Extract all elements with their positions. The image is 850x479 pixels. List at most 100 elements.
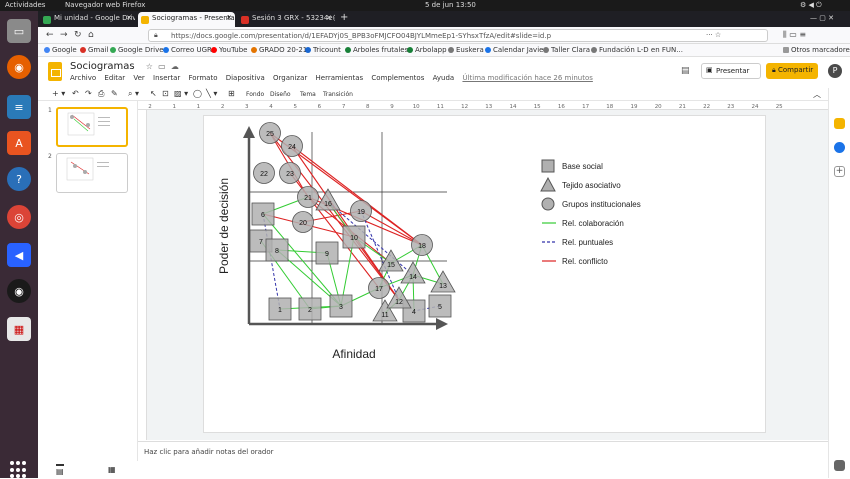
paint-format-icon[interactable]: ✎: [111, 89, 118, 98]
url-bar[interactable]: 🔒︎ https://docs.google.com/presentation/…: [148, 29, 768, 42]
add-addon-icon[interactable]: +: [834, 166, 845, 177]
view-toggles: ▤ ▦: [38, 461, 138, 478]
comment-icon[interactable]: ⊞: [228, 89, 235, 98]
bookmark-euskera[interactable]: Euskera: [448, 46, 484, 54]
camera-icon[interactable]: ◉: [7, 279, 31, 303]
bookmark-arboles[interactable]: Arboles frutales: [345, 46, 408, 54]
menu-complementos[interactable]: Complementos: [371, 74, 424, 82]
bookmark-taller[interactable]: Taller Clara: [543, 46, 590, 54]
menu-archivo[interactable]: Archivo: [70, 74, 96, 82]
bookmark-label: Otros marcadores: [791, 46, 850, 54]
explore-icon[interactable]: [834, 460, 845, 471]
system-tray-icon[interactable]: ⚙ ◀ ⏻: [800, 1, 822, 10]
bookmark-label: Arbolapp: [415, 46, 447, 54]
close-icon[interactable]: ✕: [326, 14, 332, 22]
browser-menu[interactable]: Navegador web Firefox: [65, 1, 145, 9]
bookmark-arbolapp[interactable]: Arbolapp: [407, 46, 447, 54]
image-icon[interactable]: ▨ ▾: [174, 89, 188, 98]
library-icon[interactable]: ⫼ ▭ ≡: [783, 30, 806, 40]
textbox-icon[interactable]: ⊡: [162, 89, 169, 98]
bookmark-drive[interactable]: Google Drive: [110, 46, 164, 54]
close-icon[interactable]: ✕: [126, 14, 132, 22]
reload-icon[interactable]: ↻: [74, 30, 82, 40]
redo-icon[interactable]: ↷: [85, 89, 92, 98]
back-icon[interactable]: ←: [46, 30, 54, 40]
slide[interactable]: Poder de decisión Afinidad 1 2 3 4 5 6 7 8 9 10 11…: [203, 115, 766, 433]
show-apps-icon[interactable]: [10, 461, 28, 479]
cloud-status-icon[interactable]: ☁: [171, 62, 179, 71]
bookmark-google[interactable]: Google: [44, 46, 77, 54]
bookmark-fundacion[interactable]: Fundación L-D en FUN...: [591, 46, 683, 54]
tab-drive[interactable]: Mi unidad - Google Drive ✕: [40, 12, 135, 27]
present-button[interactable]: ▣ Presentar ▾: [701, 63, 772, 79]
new-slide-icon[interactable]: + ▾: [52, 89, 65, 98]
menu-ayuda[interactable]: Ayuda: [433, 74, 455, 82]
actor-node-triangle: 14: [400, 261, 426, 284]
share-button[interactable]: 🔒︎ Compartir: [766, 63, 818, 79]
firefox-icon[interactable]: ◉: [7, 55, 31, 79]
page-actions-icon[interactable]: ··· ☆: [706, 31, 721, 39]
other-bookmarks[interactable]: Otros marcadores: [783, 46, 850, 54]
actor-label: 10: [350, 235, 358, 242]
speaker-notes[interactable]: Haz clic para añadir notas del orador: [138, 441, 828, 478]
chrome-icon[interactable]: ◎: [7, 205, 31, 229]
print-icon[interactable]: ⎙: [98, 89, 104, 99]
home-icon[interactable]: ⌂: [88, 30, 94, 40]
vertical-ruler[interactable]: [138, 110, 147, 440]
keep-icon[interactable]: [834, 118, 845, 129]
bookmark-youtube[interactable]: YouTube: [211, 46, 247, 54]
vscode-icon[interactable]: ◀: [7, 243, 31, 267]
slide-thumbnail-2[interactable]: [56, 153, 128, 193]
select-icon[interactable]: ↖: [150, 89, 157, 98]
bookmark-calendar[interactable]: Calendar Javier: [485, 46, 546, 54]
layout-button[interactable]: Diseño: [270, 91, 291, 98]
background-button[interactable]: Fondo: [246, 91, 264, 98]
comments-icon[interactable]: ▤: [681, 66, 690, 76]
bookmark-label: Tricount: [313, 46, 341, 54]
undo-icon[interactable]: ↶: [72, 89, 79, 98]
bookmark-grado[interactable]: GRADO 20-21: [251, 46, 307, 54]
theme-button[interactable]: Tema: [300, 91, 316, 98]
collapse-toolbar-icon[interactable]: ︿: [813, 89, 821, 100]
transition-button[interactable]: Transición: [323, 91, 353, 98]
line-icon[interactable]: ╲ ▾: [206, 89, 217, 98]
last-edit-link[interactable]: Última modificación hace 26 minutos: [462, 74, 592, 82]
close-icon[interactable]: ✕: [226, 14, 232, 22]
shape-icon[interactable]: ◯: [193, 89, 202, 98]
forward-icon[interactable]: →: [60, 30, 68, 40]
writer-icon[interactable]: ≡: [7, 95, 31, 119]
filmstrip-view-icon[interactable]: ▤: [56, 464, 64, 476]
tab-sociogramas[interactable]: Sociogramas - Presentac ✕: [138, 12, 235, 27]
new-tab-button[interactable]: +: [338, 10, 352, 25]
window-controls[interactable]: — ▢ ✕: [808, 12, 848, 27]
files-icon[interactable]: ▭: [7, 19, 31, 43]
slides-logo-icon[interactable]: [48, 62, 62, 81]
legend-label: Rel. colaboración: [562, 219, 624, 228]
presentation-app-icon[interactable]: ▦: [7, 317, 31, 341]
move-folder-icon[interactable]: ▭: [158, 62, 166, 71]
avatar[interactable]: P: [828, 64, 842, 78]
tab-sesion[interactable]: Sesión 3 GRX - 53234e@ ✕: [238, 12, 335, 27]
tasks-icon[interactable]: [834, 142, 845, 153]
grid-view-icon[interactable]: ▦: [108, 465, 116, 474]
slide-thumbnail-1[interactable]: [56, 107, 128, 147]
zoom-icon[interactable]: ⌕ ▾: [128, 89, 139, 99]
horizontal-ruler[interactable]: 2 1 1 2 3 4 5 6 7 8 9 10 11 12 13 14 15 16 17 18 19 20 21 22 23 2…: [138, 101, 828, 110]
menu-diapositiva[interactable]: Diapositiva: [226, 74, 265, 82]
menu-herramientas[interactable]: Herramientas: [316, 74, 364, 82]
menu-ver[interactable]: Ver: [133, 74, 144, 82]
clock[interactable]: 5 de jun 13:50: [425, 1, 476, 9]
bookmark-correo[interactable]: Correo UGR: [163, 46, 212, 54]
bookmark-icon: [305, 47, 311, 53]
menu-editar[interactable]: Editar: [104, 74, 125, 82]
bookmark-gmail[interactable]: Gmail: [80, 46, 108, 54]
bookmark-tricount[interactable]: Tricount: [305, 46, 341, 54]
help-icon[interactable]: ?: [7, 167, 31, 191]
activities-button[interactable]: Actividades: [5, 1, 45, 9]
menu-insertar[interactable]: Insertar: [153, 74, 180, 82]
software-icon[interactable]: A: [7, 131, 31, 155]
document-title[interactable]: Sociogramas ☆ ▭ ☁: [70, 61, 179, 72]
star-icon[interactable]: ☆: [146, 62, 153, 71]
menu-formato[interactable]: Formato: [189, 74, 218, 82]
menu-organizar[interactable]: Organizar: [273, 74, 307, 82]
